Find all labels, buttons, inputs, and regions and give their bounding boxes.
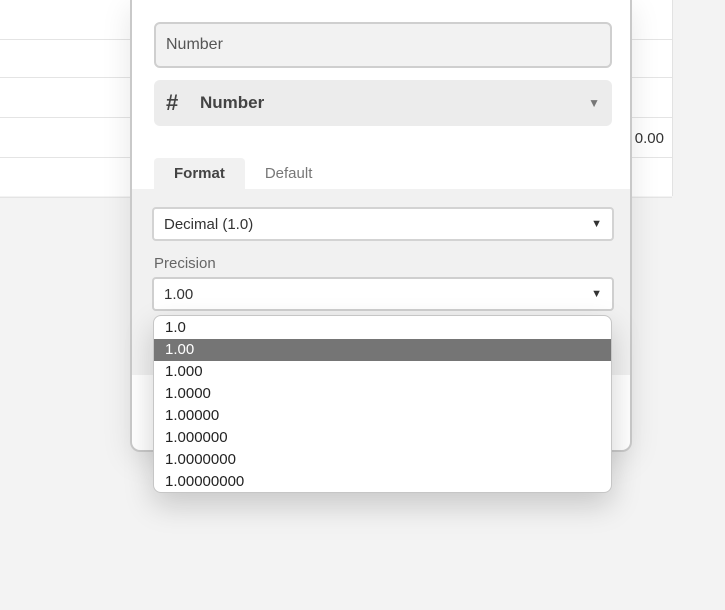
field-name-input[interactable] bbox=[154, 22, 612, 68]
precision-option[interactable]: 1.000 bbox=[154, 361, 611, 383]
precision-select[interactable]: 1.00 ▼ bbox=[152, 277, 614, 311]
format-select[interactable]: Decimal (1.0) ▼ bbox=[152, 207, 614, 241]
precision-option[interactable]: 1.0 bbox=[154, 317, 611, 339]
chevron-down-icon: ▼ bbox=[588, 96, 600, 110]
precision-option[interactable]: 1.00000 bbox=[154, 405, 611, 427]
chevron-down-icon: ▼ bbox=[591, 288, 602, 300]
precision-option[interactable]: 1.0000 bbox=[154, 383, 611, 405]
precision-option-selected[interactable]: 1.00 bbox=[154, 339, 611, 361]
precision-option[interactable]: 1.0000000 bbox=[154, 449, 611, 471]
tab-format[interactable]: Format bbox=[154, 158, 245, 190]
precision-dropdown: 1.0 1.00 1.000 1.0000 1.00000 1.000000 1… bbox=[153, 315, 612, 493]
hash-icon: # bbox=[166, 90, 179, 115]
precision-option[interactable]: 1.00000000 bbox=[154, 471, 611, 492]
precision-option[interactable]: 1.000000 bbox=[154, 427, 611, 449]
chevron-down-icon: ▼ bbox=[591, 218, 602, 230]
tab-default[interactable]: Default bbox=[245, 158, 333, 190]
precision-label: Precision bbox=[154, 255, 216, 272]
precision-select-value: 1.00 bbox=[164, 285, 194, 303]
tab-bar: Format Default bbox=[154, 158, 332, 190]
field-type-label: Number bbox=[200, 93, 265, 112]
field-type-select[interactable]: # Number ▼ bbox=[154, 80, 612, 126]
grid-cell-value[interactable]: 0.00 bbox=[635, 130, 664, 147]
format-select-value: Decimal (1.0) bbox=[164, 215, 254, 233]
